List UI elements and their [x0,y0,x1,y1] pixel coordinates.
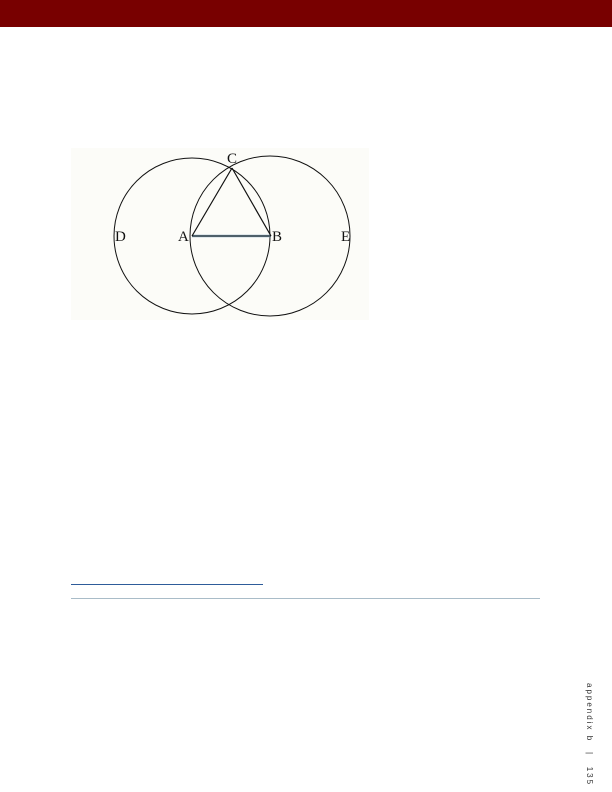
label-point-e: E [341,229,350,245]
page-rule [71,598,540,599]
segment-bc [231,167,272,237]
label-point-a: A [178,229,189,245]
label-point-c: C [227,151,237,167]
construction-diagram: C D A B E [113,151,351,317]
header-bar [0,0,612,27]
footnote-rule [71,584,263,585]
running-footer: appendix b | 135 [585,683,594,786]
label-point-d: D [115,229,126,245]
label-point-b: B [272,229,282,245]
footer-separator: | [585,752,594,757]
page-number: 135 [585,766,594,787]
footer-section: appendix b [585,683,594,743]
euclid-construction-figure: C D A B E [71,148,369,320]
